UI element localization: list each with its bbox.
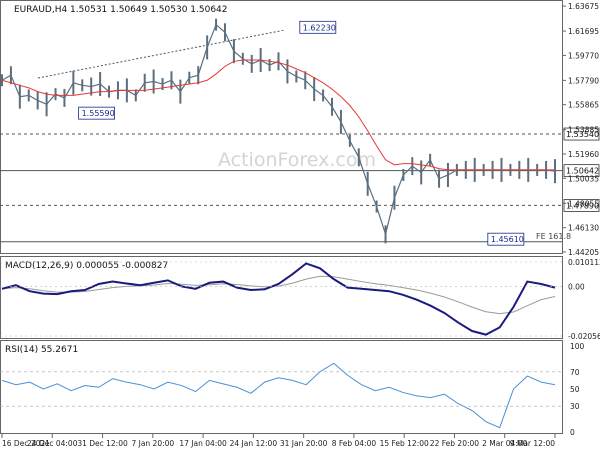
x-tick-label: 8 Feb 04:00 xyxy=(332,439,377,448)
rsi-ytick-label: 0 xyxy=(570,428,575,437)
fe-level-label: FE 161.8 xyxy=(536,232,571,241)
x-tick-label: 15 Feb 12:00 xyxy=(380,439,429,448)
macd-ytick-label: 0.00 xyxy=(568,282,585,291)
x-tick-label: 24 Jan 12:00 xyxy=(230,439,278,448)
price-annotation-0: 1.62230 xyxy=(303,23,336,32)
chart-canvas: ActionForex.com EURAUD,H4 1.50531 1.5064… xyxy=(0,0,600,448)
price-ytick-label: 1.63675 xyxy=(568,2,599,11)
x-tick-label: 24 Dec 04:00 xyxy=(27,439,78,448)
macd-ytick-label: -0.020561 xyxy=(568,332,600,341)
macd-header: MACD(12,26,9) 0.000055 -0.000827 xyxy=(5,261,168,271)
x-tick-label: 31 Dec 12:00 xyxy=(77,439,128,448)
price-ytick-label: 1.46130 xyxy=(568,224,599,233)
x-tick-label: 7 Jan 20:00 xyxy=(131,439,174,448)
rsi-ytick-label: 100 xyxy=(570,342,585,351)
price-ytick-label: 1.55865 xyxy=(568,101,599,110)
price-ytick-label: 1.44205 xyxy=(568,248,599,257)
price-ytick-label: 1.50035 xyxy=(568,174,599,183)
rsi-panel-frame xyxy=(0,340,563,434)
price-panel-frame xyxy=(0,0,563,254)
x-tick-label: 9 Mar 12:00 xyxy=(510,439,556,448)
price-ytick-label: 1.61695 xyxy=(568,27,599,36)
price-header: EURAUD,H4 1.50531 1.50649 1.50530 1.5064… xyxy=(14,5,228,15)
x-tick-label: 17 Jan 04:00 xyxy=(179,439,227,448)
rsi-ytick-label: 70 xyxy=(570,368,580,377)
price-annotation-1: 1.55590 xyxy=(82,109,115,118)
price-ytick-label: 1.48055 xyxy=(568,199,599,208)
x-tick-label: 31 Jan 20:00 xyxy=(280,439,328,448)
macd-ytick-label: 0.010113 xyxy=(568,258,600,267)
price-ytick-label: 1.59770 xyxy=(568,51,599,60)
price-ytick-label: 1.51960 xyxy=(568,150,599,159)
x-tick-label: 22 Feb 20:00 xyxy=(430,439,479,448)
chart-root: ActionForex.com EURAUD,H4 1.50531 1.5064… xyxy=(0,0,600,450)
rsi-ytick-label: 30 xyxy=(570,402,580,411)
watermark: ActionForex.com xyxy=(218,149,376,171)
price-annotation-2: 1.45610 xyxy=(491,235,524,244)
rsi-header: RSI(14) 55.2671 xyxy=(5,345,78,355)
rsi-ytick-label: 50 xyxy=(570,385,580,394)
price-ytick-label: 1.57790 xyxy=(568,76,599,85)
price-ytick-label: 1.53885 xyxy=(568,126,599,135)
